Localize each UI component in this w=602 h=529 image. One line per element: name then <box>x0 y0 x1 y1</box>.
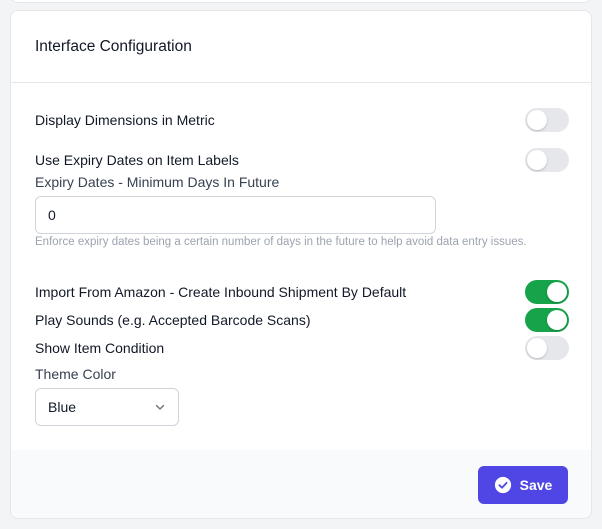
save-button[interactable]: Save <box>478 466 568 504</box>
interface-configuration-card: Interface Configuration Display Dimensio… <box>10 10 592 519</box>
play-sounds-toggle[interactable] <box>525 308 569 332</box>
display-metric-toggle[interactable] <box>525 108 569 132</box>
amazon-inbound-label: Import From Amazon - Create Inbound Ship… <box>35 284 407 300</box>
toggle-knob <box>547 282 567 302</box>
toggle-knob <box>547 310 567 330</box>
theme-color-value: Blue <box>48 399 77 415</box>
item-condition-label: Show Item Condition <box>35 340 165 356</box>
theme-color-select[interactable]: Blue <box>35 388 179 426</box>
display-metric-label: Display Dimensions in Metric <box>35 112 215 128</box>
play-sounds-row: Play Sounds (e.g. Accepted Barcode Scans… <box>35 308 569 332</box>
toggle-knob <box>527 150 547 170</box>
display-metric-row: Display Dimensions in Metric <box>35 108 569 132</box>
save-label: Save <box>519 477 553 493</box>
card-header: Interface Configuration <box>11 11 591 83</box>
check-circle-icon <box>494 476 511 494</box>
toggle-knob <box>527 110 547 130</box>
theme-color-label: Theme Color <box>35 366 116 382</box>
card-title: Interface Configuration <box>35 37 192 55</box>
item-condition-row: Show Item Condition <box>35 336 569 360</box>
expiry-labels-label: Use Expiry Dates on Item Labels <box>35 152 239 168</box>
toggle-knob <box>527 338 547 358</box>
expiry-min-days-input[interactable] <box>35 196 436 234</box>
expiry-labels-toggle[interactable] <box>525 148 569 172</box>
expiry-min-days-help: Enforce expiry dates being a certain num… <box>35 236 527 248</box>
expiry-labels-row: Use Expiry Dates on Item Labels <box>35 148 569 172</box>
expiry-min-days-label: Expiry Dates - Minimum Days In Future <box>35 174 280 190</box>
item-condition-toggle[interactable] <box>525 336 569 360</box>
amazon-inbound-toggle[interactable] <box>525 280 569 304</box>
play-sounds-label: Play Sounds (e.g. Accepted Barcode Scans… <box>35 312 311 328</box>
amazon-inbound-row: Import From Amazon - Create Inbound Ship… <box>35 280 569 304</box>
chevron-down-icon <box>155 404 165 410</box>
card-footer: Save <box>11 450 591 518</box>
previous-card-edge <box>10 0 592 3</box>
